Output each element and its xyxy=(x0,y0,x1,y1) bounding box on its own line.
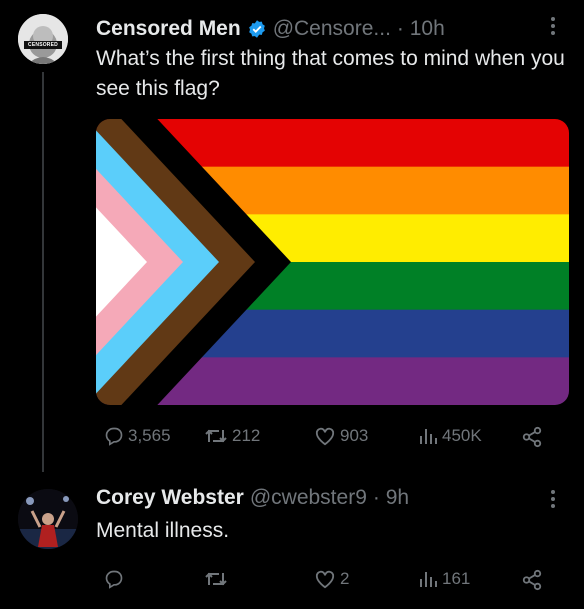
heart-icon xyxy=(315,570,335,589)
views-button[interactable]: 450K xyxy=(418,426,482,446)
heart-icon xyxy=(315,427,335,446)
repost-icon xyxy=(205,572,227,586)
views-button[interactable]: 161 xyxy=(418,569,470,589)
repost-icon xyxy=(205,429,227,443)
share-icon xyxy=(522,569,542,591)
views-count: 450K xyxy=(442,426,482,445)
avatar-image xyxy=(18,14,68,64)
repost-count: 212 xyxy=(232,426,261,445)
tweet-time[interactable]: · 9h xyxy=(373,486,409,510)
share-button[interactable] xyxy=(521,569,543,591)
tweet-header: Corey Webster @cwebster9 · 9h xyxy=(96,483,409,513)
avatar-badge-text: CENSORED xyxy=(28,42,58,48)
like-count: 903 xyxy=(340,426,369,445)
reply-count: 3,565 xyxy=(128,426,171,445)
author-avatar[interactable] xyxy=(18,489,78,549)
repost-button[interactable]: 212 xyxy=(204,426,260,446)
tweet-text: What’s the first thing that comes to min… xyxy=(96,47,565,100)
share-button[interactable] xyxy=(521,426,543,448)
like-count: 2 xyxy=(340,569,350,588)
views-icon xyxy=(420,572,437,587)
share-icon xyxy=(522,426,542,448)
repost-button[interactable] xyxy=(204,569,232,589)
avatar-image xyxy=(18,489,78,549)
reply-icon xyxy=(105,570,123,589)
tweet-image-flag[interactable] xyxy=(96,119,569,405)
tweet-time[interactable]: · 10h xyxy=(397,17,445,41)
reply-button[interactable] xyxy=(104,569,128,589)
tweet-2[interactable]: Corey Webster @cwebster9 · 9h Mental ill… xyxy=(0,475,584,609)
author-handle[interactable]: @cwebster9 xyxy=(250,486,367,510)
views-icon xyxy=(420,429,437,444)
author-name[interactable]: Censored Men xyxy=(96,17,241,41)
like-button[interactable]: 903 xyxy=(314,426,368,446)
author-name[interactable]: Corey Webster xyxy=(96,486,244,510)
reply-button[interactable]: 3,565 xyxy=(104,426,171,446)
progress-pride-flag xyxy=(96,119,569,405)
views-count: 161 xyxy=(442,569,471,588)
tweet-1[interactable]: CENSORED Censored Men @Censore... · 10h … xyxy=(0,0,584,470)
tweet-text: Mental illness. xyxy=(96,519,230,542)
like-button[interactable]: 2 xyxy=(314,569,349,589)
author-avatar[interactable]: CENSORED xyxy=(18,14,68,64)
more-options-icon[interactable] xyxy=(551,14,555,38)
verified-badge-icon xyxy=(247,19,267,39)
tweet-header: Censored Men @Censore... · 10h xyxy=(96,14,445,44)
more-options-icon[interactable] xyxy=(551,487,555,511)
author-handle[interactable]: @Censore... xyxy=(273,17,391,41)
reply-icon xyxy=(105,427,123,446)
